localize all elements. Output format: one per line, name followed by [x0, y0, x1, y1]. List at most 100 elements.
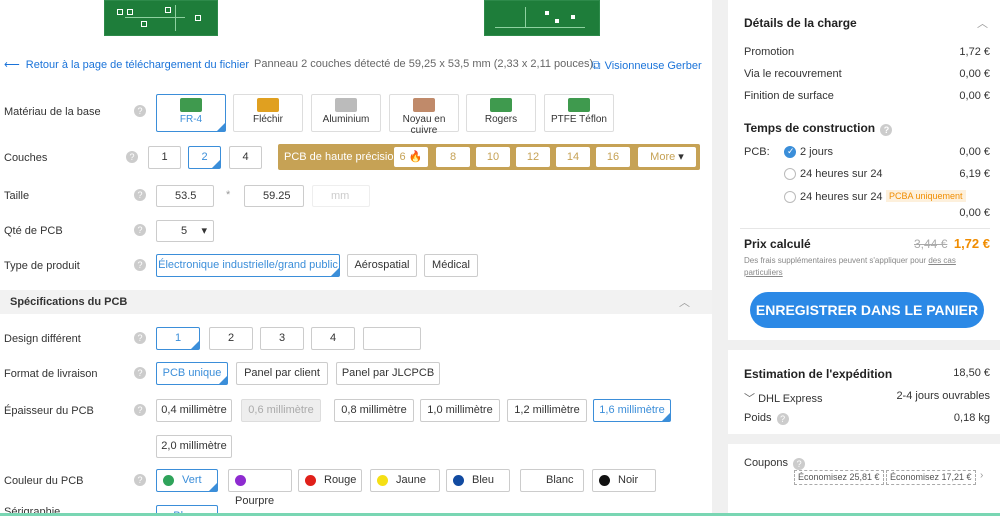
build-time-title: Temps de construction ?	[744, 121, 893, 136]
help-icon[interactable]: ?	[134, 224, 146, 236]
delivery-single[interactable]: PCB unique	[156, 362, 228, 385]
height-input[interactable]: 59.25	[244, 185, 304, 207]
layers-option-1[interactable]: 1	[148, 146, 181, 169]
product-type-label: Type de produit	[4, 260, 80, 272]
base-material-row: Matériau de la base ? FR-4 Fléchir Alumini…	[0, 90, 712, 136]
product-aerospace[interactable]: Aérospatial	[347, 254, 417, 277]
help-icon[interactable]: ?	[793, 458, 806, 470]
delivery-panel-jlc[interactable]: Panel par JLCPCB	[336, 362, 440, 385]
layers-option-10[interactable]: 10	[476, 147, 510, 167]
build-option-2days[interactable]: PCB: 2 jours 0,00 €	[744, 146, 990, 158]
chevron-down-icon: ﹀	[744, 393, 755, 405]
base-material-option[interactable]: FR-4	[156, 94, 226, 132]
build-option-24h-pcba[interactable]: 24 heures sur 24 PCBA uniquement 0,00 €	[744, 190, 990, 221]
radio-icon[interactable]	[784, 191, 796, 203]
design-row: Design différent ? 1 2 3 4	[0, 323, 712, 355]
design-custom-input[interactable]	[363, 327, 421, 350]
layers-option-2[interactable]: 2	[188, 146, 221, 169]
thickness-1-2[interactable]: 1,2 millimètre	[507, 399, 587, 422]
detected-text: Panneau 2 couches détecté de 59,25 x 53,…	[254, 58, 597, 70]
base-material-option[interactable]: PTFE Téflon	[544, 94, 614, 132]
qty-label: Qté de PCB	[4, 225, 63, 237]
material-icon	[335, 98, 357, 112]
delivery-panel-customer[interactable]: Panel par client	[236, 362, 328, 385]
shipping-carrier[interactable]: ﹀ DHL Express 2-4 jours ouvrables	[744, 390, 990, 406]
pcb-color-option[interactable]: Pourpre	[228, 469, 292, 507]
color-swatch-icon	[163, 474, 174, 486]
summary-panel: Détails de la charge ︿ Promotion 1,72 € Vi…	[728, 0, 1000, 516]
design-option-4[interactable]: 4	[311, 327, 355, 350]
delivery-row: Format de livraison ? PCB unique Panel p…	[0, 358, 712, 390]
caret-down-icon: ▾	[201, 225, 207, 237]
charge-row: Promotion 1,72 €	[744, 46, 990, 58]
design-option-2[interactable]: 2	[209, 327, 253, 350]
layers-row: Couches ? 1 2 4 PCB de haute précision 6…	[0, 142, 712, 174]
radio-icon[interactable]	[784, 168, 796, 180]
material-icon	[257, 98, 279, 112]
help-icon[interactable]: ?	[134, 332, 146, 344]
base-material-label: Matériau de la base	[4, 106, 101, 118]
help-icon[interactable]: ?	[776, 413, 789, 425]
gerber-viewer-link[interactable]: ⧉ Visionneuse Gerber	[592, 58, 702, 73]
base-material-option[interactable]: Noyau en cuivre	[389, 94, 459, 136]
shipping-title: Estimation de l'expédition	[744, 367, 893, 381]
pcb-color-option[interactable]: Noir	[592, 469, 656, 492]
chevron-up-icon[interactable]: ︿	[977, 15, 988, 31]
base-material-option[interactable]: Rogers	[466, 94, 536, 132]
help-icon[interactable]: ?	[880, 124, 893, 136]
help-icon[interactable]: ?	[134, 105, 146, 117]
pcb-color-option[interactable]: Rouge	[298, 469, 362, 492]
design-option-3[interactable]: 3	[260, 327, 304, 350]
thickness-0-8[interactable]: 0,8 millimètre	[334, 399, 414, 422]
coupon-2[interactable]: Économisez 17,21 €	[886, 470, 976, 485]
pcb-specs-section[interactable]: Spécifications du PCB ︿	[0, 290, 712, 314]
back-link[interactable]: ⟵ Retour à la page de téléchargement du …	[4, 58, 249, 72]
add-to-cart-button[interactable]: ENREGISTRER DANS LE PANIER	[750, 292, 984, 328]
color-swatch-icon	[453, 474, 464, 486]
caret-down-icon: ▾	[678, 151, 684, 163]
coupon-1[interactable]: Économisez 25,81 €	[794, 470, 884, 485]
layers-option-4[interactable]: 4	[229, 146, 262, 169]
unit-select[interactable]: mm	[312, 185, 370, 207]
layers-option-16[interactable]: 16	[596, 147, 630, 167]
color-swatch-icon	[599, 474, 610, 486]
layers-option-14[interactable]: 14	[556, 147, 590, 167]
pcb-color-option[interactable]: Blanc	[520, 469, 584, 492]
new-price: 1,72 €	[953, 236, 990, 251]
product-industrial[interactable]: Électronique industrielle/grand public	[156, 254, 340, 277]
thickness-1-6[interactable]: 1,6 millimètre	[593, 399, 671, 422]
size-separator: *	[226, 189, 231, 201]
chevron-right-icon[interactable]: ›	[980, 470, 983, 481]
pcb-color-option[interactable]: Vert	[156, 469, 218, 492]
chevron-up-icon: ︿	[679, 297, 690, 309]
product-medical[interactable]: Médical	[424, 254, 478, 277]
qty-select[interactable]: 5 ▾	[156, 220, 214, 242]
fire-icon: 🔥	[408, 151, 423, 163]
pcb-color-option[interactable]: Jaune	[370, 469, 440, 492]
help-icon[interactable]: ?	[126, 151, 138, 163]
thickness-2-0[interactable]: 2,0 millimètre	[156, 435, 232, 458]
base-material-option[interactable]: Fléchir	[233, 94, 303, 132]
pcb-color-option[interactable]: Bleu	[446, 469, 510, 492]
layers-option-8[interactable]: 8	[436, 147, 470, 167]
layers-option-6[interactable]: 6 🔥	[394, 147, 428, 167]
help-icon[interactable]: ?	[134, 474, 146, 486]
thickness-row: Épaisseur du PCB ? 0,4 millimètre 0,6 mi…	[0, 395, 712, 459]
help-icon[interactable]: ?	[134, 404, 146, 416]
help-icon[interactable]: ?	[134, 259, 146, 271]
base-material-option[interactable]: Aluminium	[311, 94, 381, 132]
charge-row: Finition de surface 0,00 €	[744, 90, 990, 102]
width-input[interactable]: 53.5	[156, 185, 214, 207]
design-option-1[interactable]: 1	[156, 327, 200, 350]
thickness-1-0[interactable]: 1,0 millimètre	[420, 399, 500, 422]
material-icon	[568, 98, 590, 112]
layers-option-12[interactable]: 12	[516, 147, 550, 167]
thickness-label: Épaisseur du PCB	[4, 405, 94, 417]
thickness-0-4[interactable]: 0,4 millimètre	[156, 399, 232, 422]
layers-label: Couches	[4, 152, 48, 164]
shipping-value: 18,50 €	[953, 367, 990, 379]
more-dropdown[interactable]: More ▾	[638, 147, 696, 167]
help-icon[interactable]: ?	[134, 367, 146, 379]
radio-checked-icon[interactable]	[784, 146, 796, 158]
help-icon[interactable]: ?	[134, 189, 146, 201]
